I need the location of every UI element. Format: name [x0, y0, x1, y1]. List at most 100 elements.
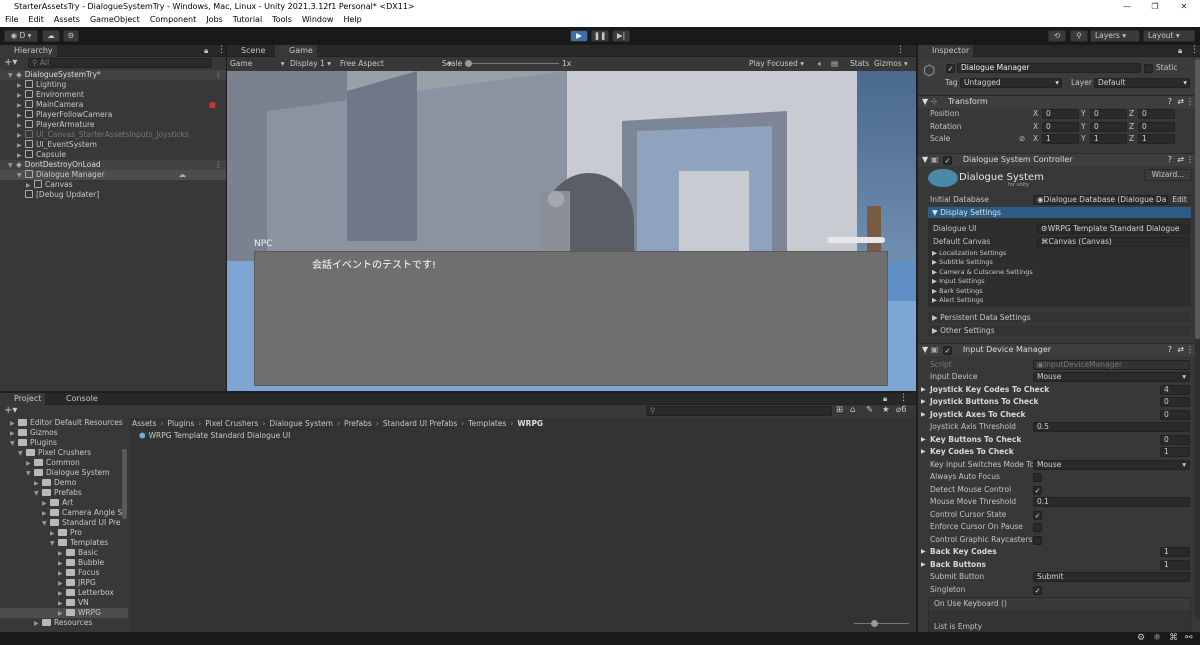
- persistent-data-foldout[interactable]: ▶ Persistent Data Settings: [928, 312, 1191, 323]
- idm-array-size[interactable]: 1: [1160, 559, 1190, 570]
- menu-tools[interactable]: Tools: [267, 13, 297, 27]
- folder-item[interactable]: ▶ Letterbox: [0, 588, 128, 598]
- tab-inspector[interactable]: Inspector: [918, 45, 974, 57]
- idm-field-label[interactable]: ▶ Joystick Buttons To Check: [921, 397, 1039, 407]
- wizard-button[interactable]: Wizard...: [1144, 169, 1192, 181]
- save-search-icon[interactable]: ✎: [866, 405, 873, 415]
- stats-button[interactable]: Stats: [850, 57, 869, 70]
- folder-item[interactable]: ▼ Dialogue System: [0, 468, 128, 478]
- subsection-foldout[interactable]: ▶ Subtitle Settings: [932, 258, 1181, 267]
- mute-audio-icon[interactable]: 🔈︎: [818, 57, 823, 70]
- idm-array-size[interactable]: 0: [1160, 434, 1190, 445]
- shortcuts-icon[interactable]: ▤: [831, 57, 838, 70]
- tab-game[interactable]: Game: [275, 45, 317, 57]
- initial-database-field[interactable]: ◉Dialogue Database (Dialogue Da: [1033, 195, 1168, 205]
- subsection-foldout[interactable]: ▶ Input Settings: [932, 277, 1181, 286]
- other-settings-foldout[interactable]: ▶ Other Settings: [928, 325, 1191, 336]
- menu-edit[interactable]: Edit: [23, 13, 49, 27]
- hierarchy-item[interactable]: ▶ UI_EventSystem: [0, 140, 226, 150]
- folder-item[interactable]: ▼ Plugins: [0, 438, 128, 448]
- hierarchy-item[interactable]: ▶ Canvas: [0, 180, 226, 190]
- dsc-preset-icon[interactable]: ⇄: [1177, 154, 1184, 166]
- static-checkbox[interactable]: [1144, 64, 1153, 73]
- idm-array-size[interactable]: 4: [1160, 384, 1190, 395]
- folder-item[interactable]: ▼ Pixel Crushers: [0, 448, 128, 458]
- add-icon[interactable]: +▾: [4, 57, 17, 68]
- breadcrumb-item[interactable]: Dialogue System: [269, 419, 333, 428]
- breadcrumb-item[interactable]: Assets: [132, 419, 156, 428]
- folder-item[interactable]: ▶ JRPG: [0, 578, 128, 588]
- tab-scene[interactable]: Scene: [227, 45, 269, 57]
- inspector-more-icon[interactable]: ⋮: [1190, 45, 1199, 55]
- subsection-foldout[interactable]: ▶ Localization Settings: [932, 249, 1181, 258]
- idm-help-icon[interactable]: ?: [1168, 344, 1172, 356]
- idm-checkbox[interactable]: ✓: [1033, 510, 1042, 520]
- breadcrumb-item[interactable]: Pixel Crushers: [205, 419, 258, 428]
- dialogue-ui-field[interactable]: ⚙WRPG Template Standard Dialogue: [1037, 224, 1189, 234]
- layers-dropdown[interactable]: Layers ▾: [1090, 30, 1140, 42]
- maximize-icon[interactable]: ❐: [1142, 0, 1168, 13]
- folder-item[interactable]: ▶ Resources: [0, 618, 128, 628]
- folder-item[interactable]: ▶ Editor Default Resources: [0, 418, 128, 428]
- idm-text-field[interactable]: Submit: [1033, 572, 1190, 582]
- link-scale-icon[interactable]: ⊘: [1019, 134, 1025, 144]
- idm-array-size[interactable]: 1: [1160, 547, 1190, 557]
- breadcrumb-item[interactable]: Prefabs: [344, 419, 372, 428]
- project-more-icon[interactable]: ⋮: [899, 393, 908, 403]
- idm-field-label[interactable]: ▶ Key Buttons To Check: [921, 435, 1021, 445]
- tag-dropdown[interactable]: Untagged ▾: [960, 78, 1062, 88]
- idm-field-label[interactable]: ▶ Joystick Axes To Check: [921, 410, 1026, 420]
- default-canvas-field[interactable]: ⌘Canvas (Canvas): [1037, 237, 1189, 247]
- tab-console[interactable]: Console: [52, 393, 102, 405]
- breadcrumb-item[interactable]: Plugins: [167, 419, 194, 428]
- folder-item[interactable]: ▶ Pro: [0, 528, 128, 538]
- active-checkbox[interactable]: ✓: [946, 64, 955, 73]
- scene-menu-icon[interactable]: ⋮: [215, 160, 223, 170]
- idm-dropdown[interactable]: Mouse ▾: [1033, 459, 1190, 470]
- tree-scrollbar[interactable]: [122, 449, 127, 519]
- game-viewport[interactable]: NPC 会話イベントのテストです!: [227, 71, 916, 391]
- help-icon[interactable]: ?: [1168, 96, 1172, 108]
- pause-button[interactable]: ❚❚: [591, 30, 609, 42]
- display-dropdown[interactable]: Display 1 ▾: [290, 57, 331, 70]
- debug-icon[interactable]: ⚙: [1137, 633, 1145, 643]
- breadcrumb-item[interactable]: Templates: [468, 419, 506, 428]
- folder-item[interactable]: ▼ Standard UI Pre: [0, 518, 128, 528]
- hierarchy-item[interactable]: ▶ Environment: [0, 90, 226, 100]
- subsection-foldout[interactable]: ▶ Alert Settings: [932, 296, 1181, 305]
- folder-item[interactable]: ▶ Camera Angle S: [0, 508, 128, 518]
- idm-field-label[interactable]: ▶ Back Key Codes: [921, 547, 997, 557]
- lock-icon[interactable]: 🔒︎: [204, 46, 208, 56]
- hierarchy-scene[interactable]: ▼ ◈ DialogueSystemTry* ⋮: [0, 70, 226, 80]
- subsection-foldout[interactable]: ▶ Bark Settings: [932, 287, 1181, 296]
- menu-jobs[interactable]: Jobs: [201, 13, 228, 27]
- transform-y-field[interactable]: 0: [1090, 109, 1127, 119]
- folder-item[interactable]: ▶ WRPG: [0, 608, 128, 618]
- hierarchy-item[interactable]: ▶ MainCamera ■: [0, 100, 226, 110]
- hierarchy-scene[interactable]: ▼ ◈ DontDestroyOnLoad ⋮: [0, 160, 226, 170]
- scale-slider-handle[interactable]: [465, 60, 472, 67]
- hierarchy-search-input[interactable]: ⚲ All: [28, 58, 212, 68]
- idm-array-size[interactable]: 0: [1160, 397, 1190, 407]
- subsection-foldout[interactable]: ▶ Camera & Cutscene Settings: [932, 268, 1181, 277]
- file-item[interactable]: ⬢ WRPG Template Standard Dialogue UI: [139, 431, 290, 441]
- idm-field-label[interactable]: ▶ Back Buttons: [921, 560, 986, 570]
- menu-component[interactable]: Component: [145, 13, 201, 27]
- preset-icon[interactable]: ⇄: [1177, 96, 1184, 108]
- menu-assets[interactable]: Assets: [49, 13, 85, 27]
- tab-project[interactable]: Project: [0, 393, 46, 405]
- dsc-enabled-checkbox[interactable]: ✓: [943, 156, 952, 165]
- idm-menu-icon[interactable]: ⋮: [1186, 344, 1194, 356]
- collapsed-arrow-icon[interactable]: ▶: [34, 619, 42, 629]
- play-focused-dropdown[interactable]: Play Focused ▾: [749, 57, 804, 70]
- minimize-icon[interactable]: —: [1114, 0, 1140, 13]
- game-mode-dropdown[interactable]: Game ▾: [230, 57, 284, 70]
- transform-z-field[interactable]: 0: [1138, 121, 1175, 132]
- menu-window[interactable]: Window: [297, 13, 339, 27]
- idm-field-label[interactable]: ▶ Joystick Key Codes To Check: [921, 385, 1049, 395]
- inspector-lock-icon[interactable]: 🔒︎: [1178, 46, 1182, 56]
- idm-checkbox[interactable]: [1033, 523, 1042, 532]
- close-icon[interactable]: ✕: [1171, 0, 1197, 13]
- transform-z-field[interactable]: 1: [1138, 134, 1175, 144]
- progress-icon[interactable]: ⚛: [1153, 633, 1161, 643]
